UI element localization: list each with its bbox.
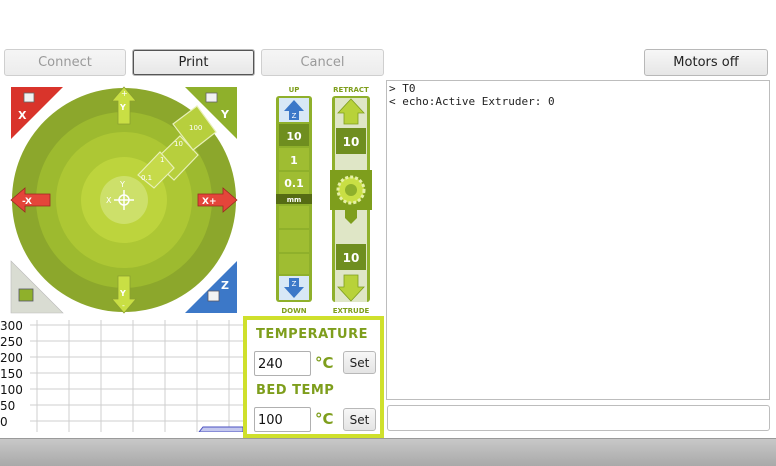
retract-amount[interactable]: 10 [336,128,366,154]
temperature-graph: 300 250 200 150 100 50 0 [0,320,243,432]
y-tick: 150 [0,367,23,381]
z-step-down-10-button[interactable] [279,206,309,228]
home-y-label: Y [220,108,230,121]
home-x-icon [23,92,35,103]
graph-y-ticks: 300 250 200 150 100 50 0 [0,320,23,429]
z-step-01-button[interactable]: 0.1 [279,172,309,194]
z-step-10-button[interactable]: 10 [279,124,309,146]
y-minus-sign: - [122,301,125,310]
status-bar [0,438,776,466]
z-down-arrow-label: Z [292,280,297,288]
step-label-1: 1 [160,156,164,164]
extrude-amount-label: 10 [343,251,360,265]
z-jog-column: UP Z 10 1 0.1 mm Z DOWN [276,86,312,315]
retract-label: RETRACT [333,86,369,94]
temperature-trace [198,426,243,432]
y-tick: 100 [0,383,23,397]
home-z-label: Z [221,279,229,292]
z-down-label: DOWN [281,307,306,315]
hotend-set-button[interactable]: Set [343,351,376,374]
connect-button[interactable]: Connect [4,49,126,76]
y-tick: 200 [0,351,23,365]
center-x-label: X [106,196,112,205]
z-up-label: UP [289,86,300,94]
extruder-column: RETRACT 10 10 EXTRUDE [330,86,372,315]
y-tick: 0 [0,415,8,429]
z-down-button[interactable]: Z [279,276,309,300]
x-minus-label: -X [22,197,32,207]
extrude-label: EXTRUDE [333,307,370,315]
log-line: < echo:Active Extruder: 0 [389,95,555,108]
y-plus-sign: + [121,89,128,98]
log-line: > T0 [389,82,416,95]
graph-grid [30,320,243,432]
y-tick: 50 [0,399,15,413]
home-all-icon [18,288,34,302]
retract-amount-label: 10 [343,135,360,149]
step-label-100: 100 [189,124,202,132]
bed-set-button[interactable]: Set [343,408,376,431]
z-step-down-1-button[interactable] [279,230,309,252]
y-minus-label: Y [119,289,126,298]
step-label-01: 0.1 [141,174,152,182]
console-log[interactable]: > T0 < echo:Active Extruder: 0 [386,80,770,400]
z-step-10-label: 10 [286,130,302,143]
temperature-title: TEMPERATURE [256,327,368,342]
z-step-1-button[interactable]: 1 [279,148,309,170]
z-step-down-01-button[interactable] [279,254,309,274]
hotend-temp-input[interactable]: 240 [254,351,311,376]
home-z-icon [207,290,220,302]
extrude-amount[interactable]: 10 [336,244,366,270]
y-plus-label: Y [119,103,126,112]
motors-off-button[interactable]: Motors off [644,49,768,76]
center-y-label: Y [119,180,125,189]
bed-temp-title: BED TEMP [256,383,335,398]
cancel-button[interactable]: Cancel [261,49,384,76]
z-step-1-label: 1 [290,154,298,167]
z-step-01-label: 0.1 [284,177,304,190]
home-y-icon [205,92,218,103]
command-input[interactable] [387,405,770,431]
y-tick: 300 [0,320,23,333]
bed-temp-unit: °C [315,410,334,428]
z-up-button[interactable]: Z [279,98,309,122]
home-x-label: X [18,109,27,122]
step-label-10: 10 [174,140,183,148]
x-plus-label: X+ [202,197,216,207]
xy-jog-pad[interactable]: X Y Z 0.1 1 10 100 + Y Y - -X X+ Y X [8,84,240,316]
z-unit-label: mm [287,196,302,204]
hotend-temp-unit: °C [315,354,334,372]
y-tick: 250 [0,335,23,349]
z-up-arrow-label: Z [292,112,297,120]
temperature-panel: TEMPERATURE 240 °C Set BED TEMP 100 °C S… [243,316,384,438]
bed-temp-input[interactable]: 100 [254,407,311,432]
print-button[interactable]: Print [132,49,255,76]
